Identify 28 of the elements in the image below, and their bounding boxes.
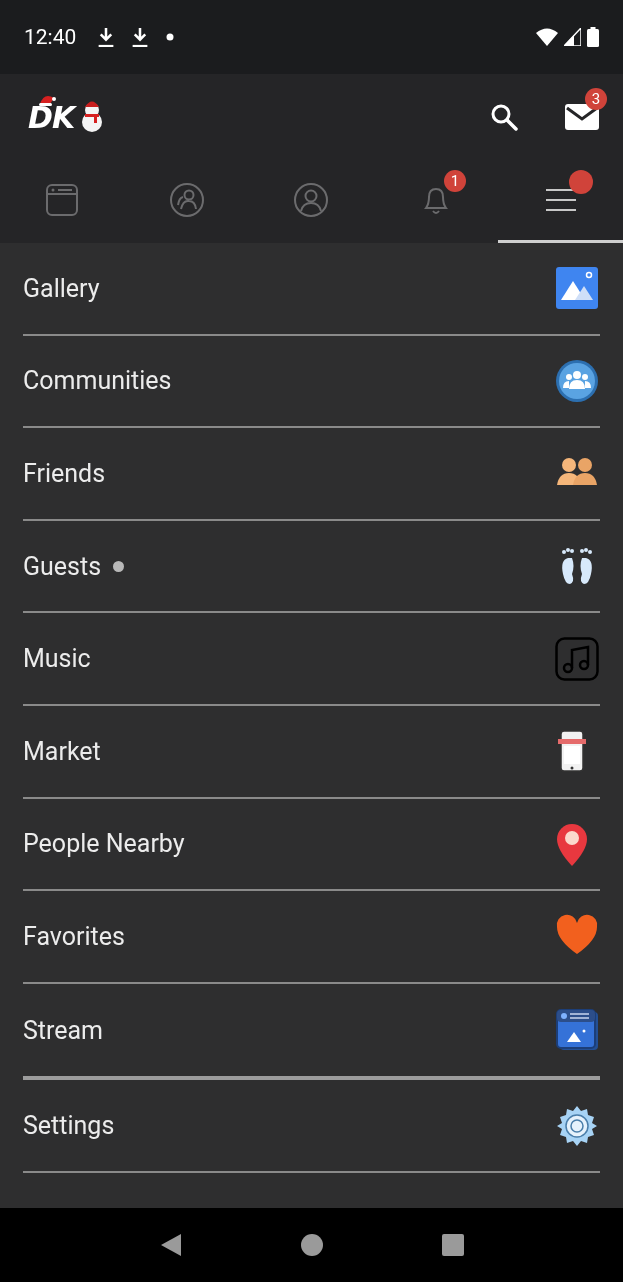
menu-item[interactable]: Music — [23, 613, 600, 706]
menu-item[interactable]: Favorites — [23, 891, 600, 984]
download-icon — [98, 27, 115, 47]
recents-icon[interactable] — [440, 1233, 465, 1257]
search-icon[interactable] — [489, 102, 519, 132]
notification-badge: 1 — [444, 170, 467, 192]
group-icon — [168, 182, 205, 218]
notification-badge: 3 — [585, 88, 607, 110]
menu-item[interactable]: Communities — [23, 335, 600, 429]
signal-icon — [564, 28, 581, 46]
menu-item[interactable]: Stream — [23, 983, 600, 1077]
battery-icon — [587, 27, 599, 47]
profile-icon — [293, 182, 330, 218]
mail-icon[interactable] — [565, 103, 599, 131]
download-icon — [132, 27, 149, 47]
snowman-icon — [80, 100, 105, 134]
dot-icon — [166, 33, 175, 41]
menu-item[interactable]: Market — [23, 705, 600, 799]
menu-item[interactable]: Settings — [23, 1080, 600, 1173]
logo-text: DK — [28, 99, 75, 135]
wifi-icon — [536, 28, 558, 46]
clock-time: 12:40 — [24, 25, 77, 49]
home-icon[interactable] — [299, 1233, 324, 1257]
feed-icon — [44, 182, 81, 218]
menu-item[interactable]: Gallery — [23, 243, 600, 336]
menu-item[interactable]: Friends — [23, 428, 600, 521]
menu-item[interactable]: Guests — [23, 520, 600, 614]
menu-item[interactable]: People Nearby — [23, 798, 600, 892]
